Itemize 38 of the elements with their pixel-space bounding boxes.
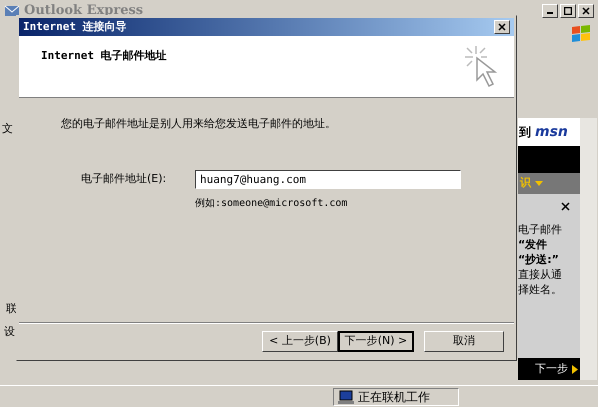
folder-label: 文 bbox=[2, 123, 14, 134]
contacts-text: 设 bbox=[4, 326, 15, 337]
close-icon[interactable] bbox=[561, 202, 570, 211]
dropdown-icon bbox=[535, 181, 543, 186]
back-button[interactable]: < 上一步(B) bbox=[262, 330, 338, 352]
example-text: 例如:someone@microsoft.com bbox=[195, 196, 348, 210]
tip-text: 电子邮件 bbox=[518, 222, 563, 237]
dialog-title: Internet 连接向导 bbox=[23, 18, 127, 35]
status-text: 正在联机工作 bbox=[358, 388, 430, 406]
tip-text: 择姓名。 bbox=[518, 282, 563, 297]
tip-text: “抄送:” bbox=[518, 252, 560, 267]
wizard-heading: Internet 电子邮件地址 bbox=[41, 48, 167, 64]
mail-icon bbox=[4, 2, 20, 18]
msn-text: 到 bbox=[519, 124, 531, 141]
email-label: 电子邮件地址(E): bbox=[81, 170, 168, 187]
windows-logo-icon bbox=[570, 24, 592, 44]
next-button[interactable]: 下一步(N) > bbox=[338, 330, 414, 352]
tip-text: “发件 bbox=[518, 237, 548, 252]
banner bbox=[518, 146, 580, 173]
next-link[interactable]: 下一步 bbox=[535, 360, 568, 378]
cancel-button[interactable]: 取消 bbox=[424, 330, 504, 352]
contacts-label: 联 bbox=[6, 303, 17, 314]
close-button[interactable] bbox=[494, 20, 510, 34]
scrollbar[interactable] bbox=[580, 118, 597, 380]
minimize-button[interactable] bbox=[542, 4, 558, 18]
msn-band-text: 识 bbox=[520, 175, 531, 192]
window-title: Outlook Express bbox=[24, 2, 144, 20]
maximize-button[interactable] bbox=[560, 4, 576, 18]
close-icon bbox=[582, 6, 590, 14]
close-icon bbox=[498, 23, 506, 31]
intro-text: 您的电子邮件地址是别人用来给您发送电子邮件的地址。 bbox=[61, 116, 337, 132]
play-icon bbox=[572, 364, 578, 374]
close-button[interactable] bbox=[578, 4, 594, 18]
maximize-icon bbox=[564, 6, 572, 14]
email-field[interactable]: huang7@huang.com bbox=[195, 170, 461, 188]
tip-text: 直接从通 bbox=[518, 267, 563, 282]
msn-logo: msn bbox=[535, 122, 568, 142]
minimize-icon bbox=[547, 12, 553, 14]
